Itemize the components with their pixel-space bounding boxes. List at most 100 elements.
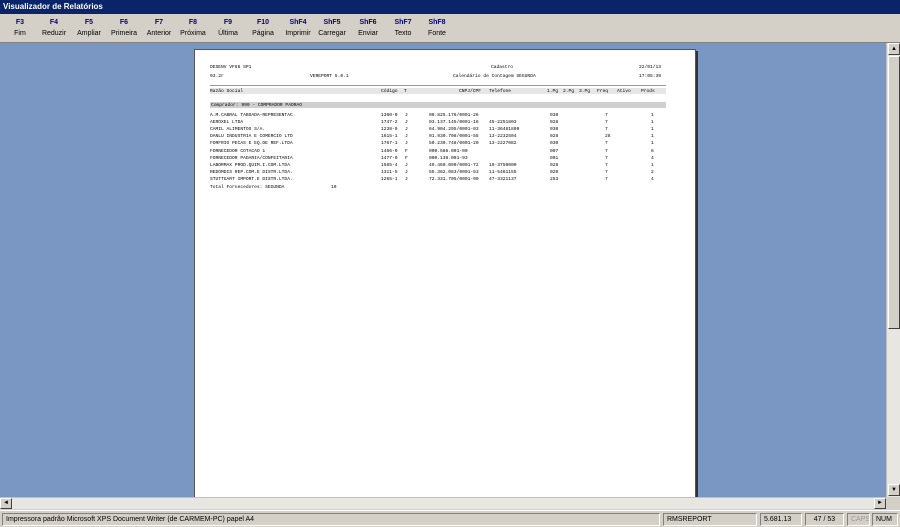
col-doc: CNPJ/CPF — [459, 89, 482, 94]
col-active: Ativo — [617, 89, 631, 94]
report-subtitle: Calendário de Contagem SEGUNDA — [453, 74, 536, 79]
row-p1: 007 — [550, 148, 559, 154]
toolbar-button-próxima[interactable]: F8 Próxima — [175, 17, 211, 39]
row-phone: 19-3750000 — [489, 162, 517, 168]
toolbar-label: Próxima — [180, 30, 206, 37]
row-doc: 55.362.083/0001-53 — [429, 169, 479, 175]
col-freq: Freq — [597, 89, 609, 94]
toolbar-key: ShF5 — [323, 19, 341, 26]
scrollbar-corner — [886, 497, 900, 509]
row-phone: 11-36481800 — [489, 127, 520, 133]
row-freq: 7 — [605, 113, 608, 118]
status-version: 5.681.13 — [760, 513, 802, 526]
row-p1: 030 — [550, 113, 559, 118]
toolbar-key: F3 — [15, 19, 25, 26]
row-p1: 028 — [550, 134, 559, 140]
row-name: CAMIL ALIMENTOS S/A. — [210, 127, 266, 133]
row-doc: 000.586.001-00 — [429, 148, 468, 154]
toolbar-label: Anterior — [146, 30, 172, 37]
toolbar-button-enviar[interactable]: ShF6 Enviar — [350, 17, 386, 39]
scroll-left-arrow-icon[interactable]: ◄ — [0, 498, 12, 509]
toolbar-label: Fim — [14, 30, 26, 37]
row-code: 1360-0 — [381, 113, 398, 118]
row-code: 1265-1 — [381, 176, 398, 182]
col-p3: 3.Pg — [579, 89, 591, 94]
col-type: T — [404, 89, 407, 94]
toolbar-key: ShF4 — [289, 19, 307, 26]
group-label: Comprador: 999 - COMPRADOR PADRAO — [211, 103, 302, 108]
toolbar-label: Última — [218, 30, 238, 37]
row-p1: 028 — [550, 120, 559, 126]
toolbar-button-carregar[interactable]: ShF5 Carregar — [314, 17, 350, 39]
toolbar-button-página[interactable]: F10 Página — [245, 17, 281, 39]
total-value: 10 — [331, 185, 337, 190]
vertical-scroll-thumb[interactable] — [888, 56, 900, 329]
row-code: 1767-1 — [381, 141, 398, 147]
toolbar-button-anterior[interactable]: F7 Anterior — [141, 17, 177, 39]
row-freq: 7 — [605, 141, 608, 147]
report-viewport[interactable]: DESENV VF66 SP1 Cadastro 22/01/13 03.2r … — [0, 43, 886, 497]
row-type: J — [405, 169, 408, 175]
report-page: DESENV VF66 SP1 Cadastro 22/01/13 03.2r … — [194, 49, 696, 497]
report-date: 22/01/13 — [639, 65, 662, 70]
row-freq: 28 — [605, 134, 611, 140]
toolbar-button-ampliar[interactable]: F5 Ampliar — [71, 17, 107, 39]
window-title: Visualizador de Relatórios — [0, 0, 900, 14]
row-doc: 00.825.176/0001-26 — [429, 113, 479, 118]
toolbar-key: ShF6 — [359, 19, 377, 26]
row-type: J — [405, 141, 408, 147]
row-doc: 50.230.748/0001-20 — [429, 141, 479, 147]
row-phone: 13-2227082 — [489, 141, 517, 147]
row-p1: 028 — [550, 162, 559, 168]
toolbar-button-primeira[interactable]: F6 Primeira — [106, 17, 142, 39]
scroll-up-arrow-icon[interactable]: ▲ — [888, 43, 900, 55]
row-p1: 030 — [550, 141, 559, 147]
horizontal-scrollbar[interactable]: ◄ ► — [0, 497, 886, 509]
toolbar-key: ShF7 — [394, 19, 412, 26]
toolbar-key: F10 — [256, 19, 270, 26]
row-prods: 4 — [651, 155, 654, 161]
row-freq: 7 — [605, 127, 608, 133]
toolbar-key: F8 — [188, 19, 198, 26]
row-code: 1238-9 — [381, 127, 398, 133]
row-code: 1466-0 — [381, 148, 398, 154]
col-name: Razão Social — [210, 89, 244, 94]
status-page: 47 / 53 — [805, 513, 844, 526]
toolbar-key: ShF8 — [428, 19, 446, 26]
row-prods: 1 — [651, 162, 654, 168]
toolbar-button-fim[interactable]: F3 Fim — [2, 17, 38, 39]
scroll-right-arrow-icon[interactable]: ► — [874, 498, 886, 509]
toolbar-label: Enviar — [358, 30, 378, 37]
row-name: DANLU INDUSTRIA E COMERCIO LTD — [210, 134, 293, 140]
row-type: J — [405, 113, 408, 118]
row-phone: 47-3321137 — [489, 176, 517, 182]
toolbar-button-imprimir[interactable]: ShF4 Imprimir — [280, 17, 316, 39]
toolbar-label: Imprimir — [285, 30, 311, 37]
report-time: 17:05:39 — [639, 74, 662, 79]
row-prods: 1 — [651, 127, 654, 133]
status-caps: CAPS — [847, 513, 870, 526]
row-doc: 72.331.705/0001-00 — [429, 176, 479, 182]
report-module: Cadastro — [491, 65, 514, 70]
row-prods: 4 — [651, 176, 654, 182]
vertical-scrollbar[interactable]: ▲ ▼ — [886, 43, 900, 497]
toolbar-label: Ampliar — [77, 30, 101, 37]
toolbar-button-reduzir[interactable]: F4 Reduzir — [36, 17, 72, 39]
report-version-code: 03.2r — [210, 74, 224, 79]
toolbar-key: F9 — [223, 19, 233, 26]
scroll-down-arrow-icon[interactable]: ▼ — [888, 484, 900, 496]
row-p1: 001 — [550, 155, 559, 161]
toolbar-button-texto[interactable]: ShF7 Texto — [385, 17, 421, 39]
toolbar-button-fonte[interactable]: ShF8 Fonte — [419, 17, 455, 39]
toolbar-button-última[interactable]: F9 Última — [210, 17, 246, 39]
row-code: 1477-0 — [381, 155, 398, 161]
row-prods: 1 — [651, 120, 654, 126]
toolbar-key: F6 — [119, 19, 129, 26]
row-name: REDOMDIS REP.COM.E DISTR.LTDA. — [210, 169, 293, 175]
row-type: J — [405, 120, 408, 126]
row-doc: 64.904.295/0001-03 — [429, 127, 479, 133]
col-prods: Prods — [641, 89, 655, 94]
toolbar-label: Primeira — [110, 30, 138, 37]
row-phone: 13-2232504 — [489, 134, 517, 140]
row-name: FORNECEDOR PADARIA/CONFEITARIA — [210, 155, 293, 161]
